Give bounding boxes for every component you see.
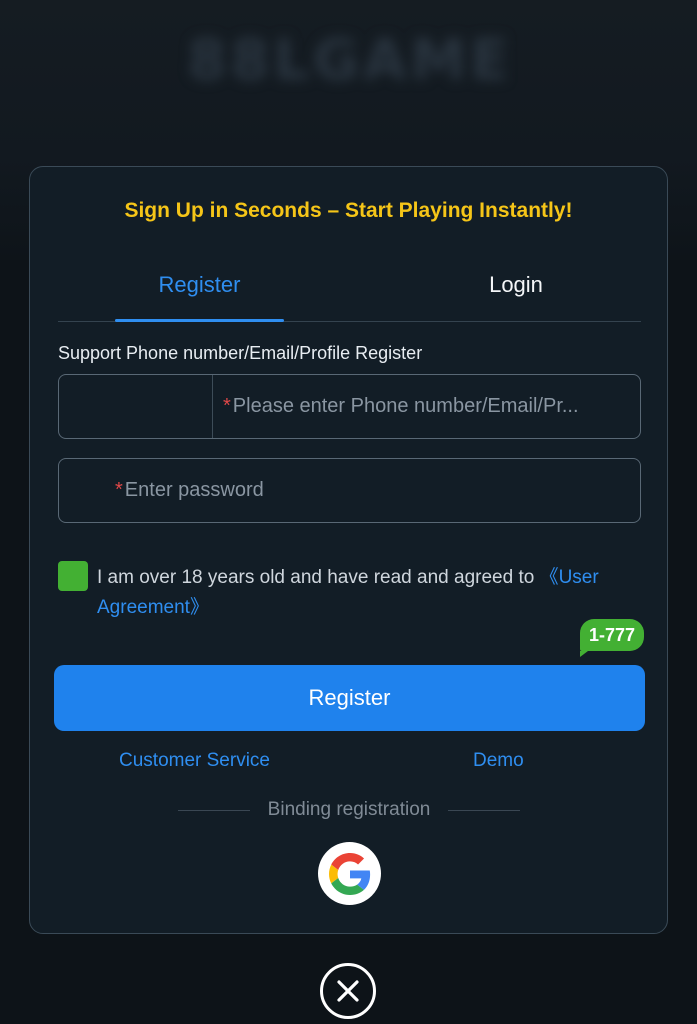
bonus-badge: 1-777	[580, 619, 645, 657]
demo-link[interactable]: Demo	[473, 750, 524, 772]
register-button[interactable]: Register	[54, 665, 645, 731]
country-code-selector[interactable]	[59, 375, 213, 438]
close-button[interactable]	[320, 963, 376, 1019]
signup-modal: Sign Up in Seconds – Start Playing Insta…	[29, 166, 668, 934]
auth-tabs: Register Login	[58, 257, 641, 322]
active-tab-indicator	[115, 319, 284, 322]
required-marker: *	[223, 395, 231, 417]
customer-service-link[interactable]: Customer Service	[119, 750, 270, 772]
agreement-checkbox[interactable]	[58, 561, 88, 591]
password-field: *	[58, 458, 641, 523]
password-input-wrap: *	[115, 459, 624, 522]
tab-register[interactable]: Register	[115, 257, 284, 322]
password-input[interactable]	[124, 479, 624, 502]
account-input-wrap: *	[223, 375, 624, 438]
required-marker: *	[115, 479, 123, 501]
binding-label: Binding registration	[267, 799, 431, 820]
agreement-statement: I am over 18 years old and have read and…	[97, 567, 540, 588]
divider-line	[448, 809, 520, 811]
tab-register-label: Register	[158, 272, 241, 297]
google-signin-button[interactable]	[318, 842, 381, 905]
binding-divider: Binding registration	[178, 797, 520, 823]
close-icon	[337, 980, 359, 1002]
account-field: *	[58, 374, 641, 439]
agreement-text: I am over 18 years old and have read and…	[97, 563, 642, 623]
google-icon	[328, 852, 370, 895]
blurred-logo: 88LGAME	[187, 27, 513, 93]
modal-headline: Sign Up in Seconds – Start Playing Insta…	[124, 199, 573, 222]
tab-login-label: Login	[489, 272, 543, 297]
tab-login[interactable]: Login	[431, 257, 601, 321]
account-input[interactable]	[232, 395, 624, 418]
support-register-label: Support Phone number/Email/Profile Regis…	[58, 343, 423, 363]
divider-line	[178, 809, 250, 811]
